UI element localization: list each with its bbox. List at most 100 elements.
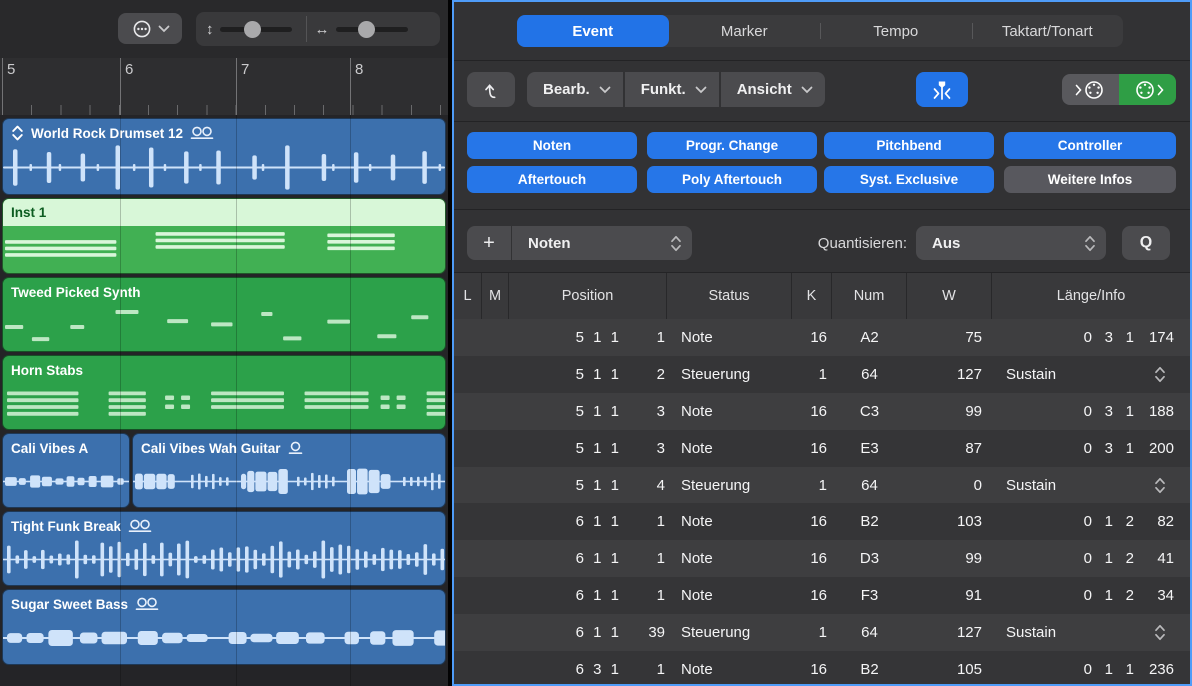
filter-noten[interactable]: Noten bbox=[467, 132, 637, 159]
length-group: 0 bbox=[1083, 328, 1092, 346]
event-subposition: 2 bbox=[656, 365, 665, 383]
bar-gridline bbox=[350, 115, 351, 686]
chevron-down-icon bbox=[801, 86, 813, 94]
menu-bearb[interactable]: Bearb. bbox=[527, 72, 623, 107]
event-number: F3 bbox=[860, 587, 879, 605]
bar-number: 8 bbox=[355, 61, 364, 78]
event-subposition: 3 bbox=[656, 402, 665, 420]
filter-poly-aftertouch[interactable]: Poly Aftertouch bbox=[647, 166, 817, 193]
quantize-apply-button[interactable]: Q bbox=[1122, 226, 1170, 260]
horizontal-zoom-slider[interactable] bbox=[335, 20, 408, 38]
track-area: ↕ ↔ 5 6 7 8 World Rock Drumset 12 Inst 1 Twee… bbox=[0, 0, 448, 686]
region-horn-stabs[interactable]: Horn Stabs bbox=[2, 355, 446, 430]
filter-aftertouch[interactable]: Aftertouch bbox=[467, 166, 637, 193]
bar-number: 7 bbox=[241, 61, 250, 78]
up-level-icon bbox=[480, 79, 502, 101]
event-position: 5 1 1 bbox=[575, 328, 619, 346]
midi-out-indicator[interactable] bbox=[1119, 74, 1176, 105]
region-world-rock-drumset-12[interactable]: World Rock Drumset 12 bbox=[2, 118, 446, 195]
event-length-info: Sustain bbox=[992, 477, 1190, 494]
length-group: 3 bbox=[1104, 402, 1113, 420]
length-group: 0 bbox=[1083, 550, 1092, 568]
quantize-popup[interactable]: Aus bbox=[916, 226, 1106, 260]
stepper-icon[interactable] bbox=[1154, 624, 1166, 641]
catch-playhead-button[interactable] bbox=[916, 72, 968, 107]
tab-taktart-tonart[interactable]: Taktart/Tonart bbox=[971, 15, 1124, 47]
event-position: 6 1 1 bbox=[575, 550, 619, 568]
event-status: Note bbox=[681, 439, 713, 457]
event-subposition: 1 bbox=[656, 513, 665, 531]
event-row[interactable]: 5 1 1 3 Note 16 E3 87 0 3 1 200 bbox=[454, 429, 1190, 467]
tab-tempo[interactable]: Tempo bbox=[820, 15, 972, 47]
event-row[interactable]: 5 1 1 3 Note 16 C3 99 0 3 1 188 bbox=[454, 392, 1190, 430]
info-text: Sustain bbox=[1006, 476, 1057, 494]
up-level-button[interactable] bbox=[467, 72, 515, 107]
event-subposition: 1 bbox=[656, 550, 665, 568]
add-event-button[interactable]: + bbox=[467, 226, 511, 260]
midi-activity bbox=[1062, 74, 1176, 105]
region-options-button[interactable] bbox=[118, 13, 182, 44]
column-header-w: W bbox=[907, 273, 992, 319]
event-position: 5 1 1 bbox=[575, 476, 619, 494]
event-status: Note bbox=[681, 550, 713, 568]
menu-ansicht[interactable]: Ansicht bbox=[720, 72, 825, 107]
filter-controller[interactable]: Controller bbox=[1004, 132, 1176, 159]
midi-in-indicator[interactable] bbox=[1062, 74, 1119, 105]
filter-syst-exclusive[interactable]: Syst. Exclusive bbox=[824, 166, 994, 193]
region-cali-vibes-a[interactable]: Cali Vibes A bbox=[2, 433, 130, 508]
catch-playhead-icon bbox=[930, 79, 954, 101]
region-sugar-sweet-bass[interactable]: Sugar Sweet Bass bbox=[2, 589, 446, 665]
event-number: B2 bbox=[860, 660, 879, 678]
length-group: 236 bbox=[1148, 660, 1174, 678]
bar-ruler[interactable]: 5 6 7 8 bbox=[0, 58, 448, 116]
bar-gridline bbox=[236, 115, 237, 686]
stepper-icon bbox=[1084, 235, 1096, 252]
event-row[interactable]: 6 1 1 1 Note 16 B2 103 0 1 2 82 bbox=[454, 503, 1190, 541]
event-number: 64 bbox=[861, 624, 878, 642]
filter-progr-change[interactable]: Progr. Change bbox=[647, 132, 817, 159]
length-group: 2 bbox=[1125, 550, 1134, 568]
region-name: Sugar Sweet Bass bbox=[11, 596, 129, 612]
length-group: 0 bbox=[1083, 439, 1092, 457]
editor-tabs: Event Marker Tempo Taktart/Tonart bbox=[517, 15, 1123, 47]
region-waveform bbox=[133, 468, 445, 495]
region-tweed-picked-synth[interactable]: Tweed Picked Synth bbox=[2, 277, 446, 352]
horizontal-zoom-thumb[interactable] bbox=[357, 20, 375, 38]
event-number: E3 bbox=[860, 439, 879, 457]
region-name: Horn Stabs bbox=[11, 362, 84, 378]
region-waveform bbox=[5, 232, 395, 257]
tab-event[interactable]: Event bbox=[517, 15, 669, 47]
event-row[interactable]: 5 1 1 2 Steuerung 1 64 127 Sustain bbox=[454, 355, 1190, 393]
event-length-info: 0 1 2 82 bbox=[992, 513, 1190, 530]
region-inst-1[interactable]: Inst 1 bbox=[2, 198, 446, 274]
event-row[interactable]: 6 1 1 1 Note 16 F3 91 0 1 2 34 bbox=[454, 577, 1190, 615]
region-tight-funk-break[interactable]: Tight Funk Break bbox=[2, 511, 446, 586]
event-length-info: 0 1 1 236 bbox=[992, 661, 1190, 678]
length-group: 1 bbox=[1125, 402, 1134, 420]
menu-funkt[interactable]: Funkt. bbox=[624, 72, 719, 107]
horizontal-zoom-icon: ↔ bbox=[314, 20, 330, 38]
stepper-icon[interactable] bbox=[1154, 366, 1166, 383]
region-cali-vibes-wah-guitar[interactable]: Cali Vibes Wah Guitar bbox=[132, 433, 446, 508]
event-row[interactable]: 6 1 1 39 Steuerung 1 64 127 Sustain bbox=[454, 614, 1190, 652]
event-value: 103 bbox=[956, 513, 982, 531]
region-name: Cali Vibes Wah Guitar bbox=[141, 440, 281, 456]
event-value: 0 bbox=[973, 476, 982, 494]
stepper-icon[interactable] bbox=[1154, 477, 1166, 494]
event-row[interactable]: 6 3 1 1 Note 16 B2 105 0 1 1 236 bbox=[454, 651, 1190, 684]
event-type-popup[interactable]: Noten bbox=[512, 226, 692, 260]
event-length-info: Sustain bbox=[992, 624, 1190, 641]
event-row[interactable]: 5 1 1 4 Steuerung 1 64 0 Sustain bbox=[454, 466, 1190, 504]
filter-pitchbend[interactable]: Pitchbend bbox=[824, 132, 994, 159]
event-value: 127 bbox=[956, 365, 982, 383]
event-status: Note bbox=[681, 587, 713, 605]
filter-weitere-infos[interactable]: Weitere Infos bbox=[1004, 166, 1176, 193]
length-group: 0 bbox=[1083, 513, 1092, 531]
vertical-zoom-thumb[interactable] bbox=[243, 20, 261, 38]
tab-marker[interactable]: Marker bbox=[669, 15, 821, 47]
quantize-label: Quantisieren: bbox=[817, 234, 907, 252]
event-row[interactable]: 6 1 1 1 Note 16 D3 99 0 1 2 41 bbox=[454, 540, 1190, 578]
column-header-status: Status bbox=[667, 273, 792, 319]
event-row[interactable]: 5 1 1 1 Note 16 A2 75 0 3 1 174 bbox=[454, 319, 1190, 356]
vertical-zoom-slider[interactable] bbox=[219, 20, 292, 38]
